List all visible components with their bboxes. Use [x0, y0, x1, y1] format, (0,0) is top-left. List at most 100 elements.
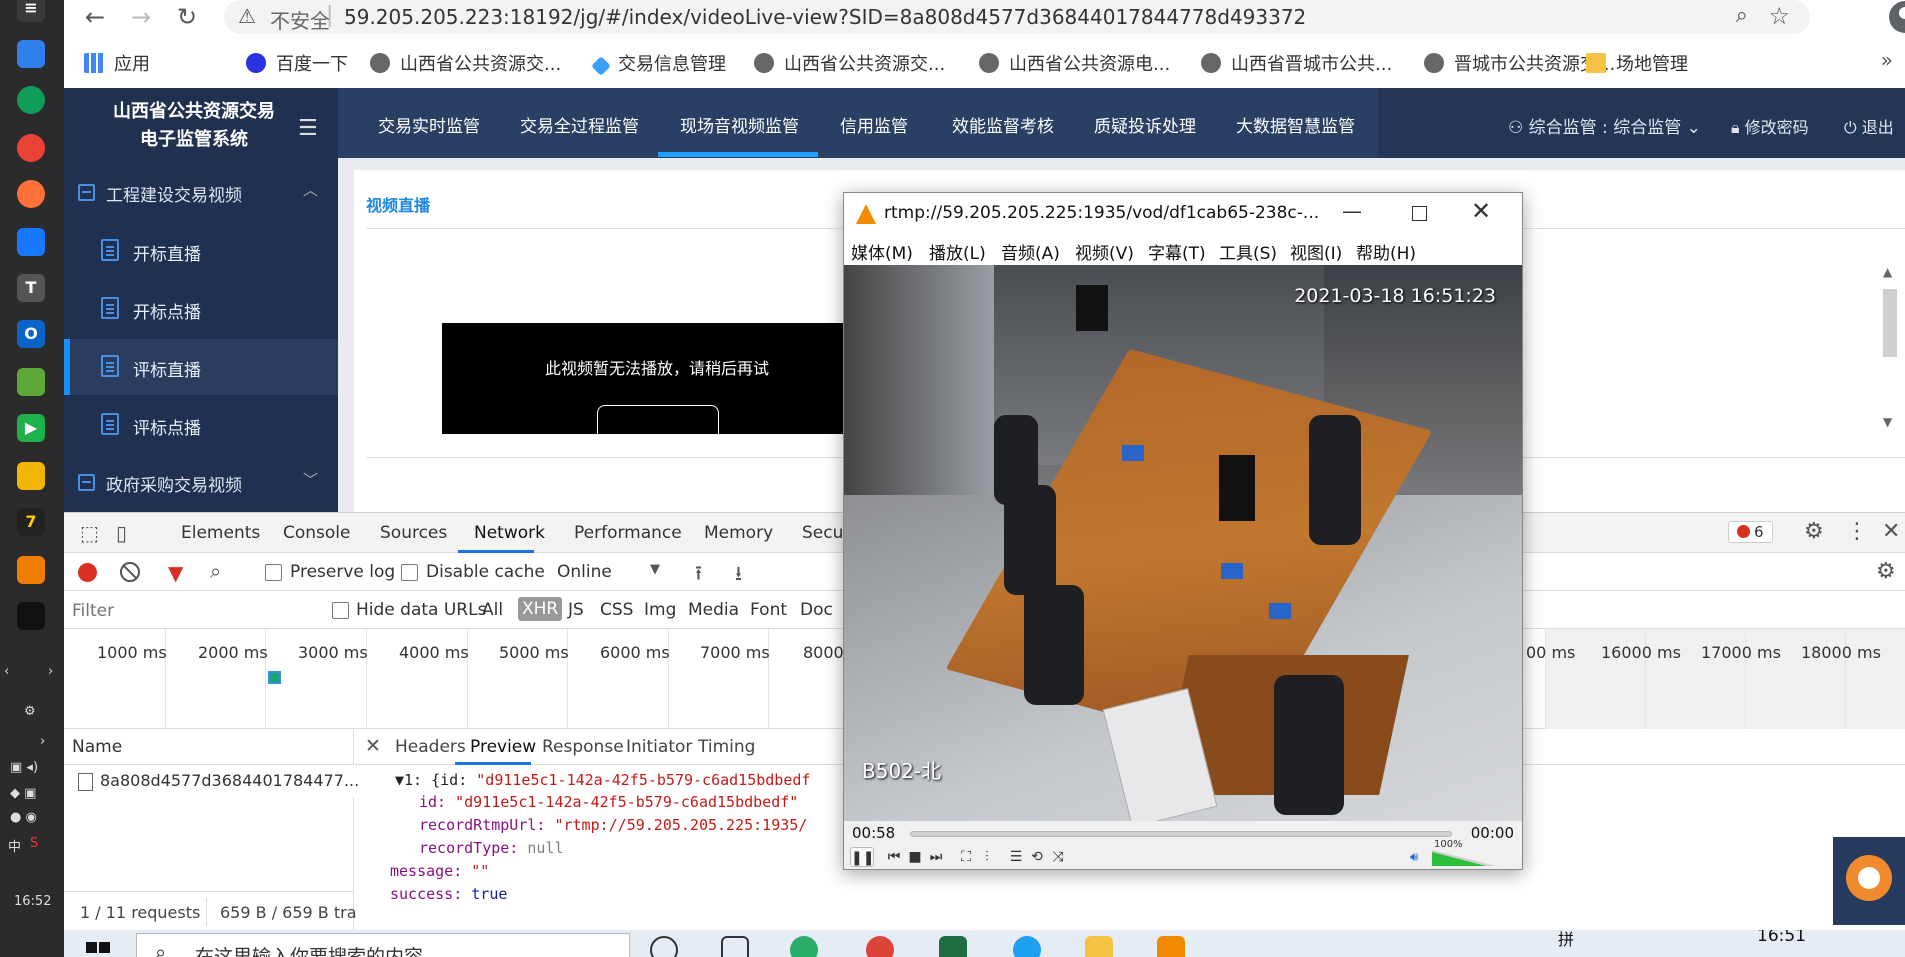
tab-response[interactable]: Response	[542, 737, 624, 757]
bookmark-star-icon[interactable]: ☆	[1768, 2, 1790, 30]
filter-font[interactable]: Font	[750, 600, 787, 620]
menu-subtitle[interactable]: 字幕(T)	[1148, 239, 1206, 264]
menu-video[interactable]: 视频(V)	[1075, 239, 1134, 264]
seek-bar[interactable]	[910, 831, 1452, 837]
network-settings-icon[interactable]: ⚙	[1876, 559, 1896, 584]
sogou-icon[interactable]: S	[30, 836, 38, 851]
vlc-video-frame[interactable]: 2021-03-18 16:51:23 B502-北	[844, 265, 1522, 821]
vlc-title-bar[interactable]: rtmp://59.205.205.225:1935/vod/df1cab65-…	[844, 193, 1522, 235]
preserve-log-checkbox[interactable]	[265, 564, 282, 581]
expand-icon[interactable]: ›	[40, 734, 45, 749]
tab-complaint-handling[interactable]: 质疑投诉处理	[1094, 112, 1196, 137]
7zip-icon[interactable]: 7	[17, 508, 45, 536]
next-icon[interactable]: ⏭	[926, 847, 946, 867]
import-har-icon[interactable]: ⭱	[695, 559, 702, 593]
edge-browser-icon[interactable]	[17, 86, 45, 114]
tab-memory[interactable]: Memory	[704, 523, 773, 543]
inspect-element-icon[interactable]: ⬚	[80, 521, 99, 545]
bookmark-trade-info[interactable]: 交易信息管理	[591, 50, 726, 76]
chrome-taskbar-icon[interactable]	[866, 936, 894, 957]
chrome-icon[interactable]	[17, 134, 45, 162]
taskbar-search-box[interactable]: ⌕ 在这里输入你要搜索的内容	[136, 933, 630, 957]
tab-initiator[interactable]: Initiator	[626, 737, 692, 757]
scrollbar-thumb[interactable]	[1883, 289, 1897, 357]
filter-img[interactable]: Img	[644, 600, 676, 620]
scroll-down-icon[interactable]: ▼	[1883, 415, 1892, 429]
device-toolbar-icon[interactable]: ▯	[116, 521, 127, 545]
filter-css[interactable]: CSS	[600, 600, 633, 620]
tab-full-process-supervision[interactable]: 交易全过程监管	[520, 112, 639, 137]
column-name[interactable]: Name	[72, 737, 122, 757]
vlc-taskbar-icon[interactable]	[1157, 936, 1185, 957]
preview-line-4[interactable]: recordType: null	[419, 839, 564, 857]
folder-app-icon[interactable]	[17, 40, 45, 68]
preview-line-2[interactable]: id: "d911e5c1-142a-42f5-b579-c6ad15bdbed…	[419, 793, 798, 811]
export-har-icon[interactable]: ⭳	[735, 559, 742, 593]
devtools-settings-icon[interactable]: ⚙	[1804, 519, 1824, 544]
windows-start-icon[interactable]	[86, 942, 110, 957]
close-detail-icon[interactable]: ✕	[365, 735, 381, 757]
menu-audio[interactable]: 音频(A)	[1001, 239, 1060, 264]
stop-icon[interactable]: ■	[905, 847, 925, 867]
filter-input[interactable]	[72, 599, 314, 623]
maximize-icon[interactable]	[1412, 206, 1427, 221]
tab-preview[interactable]: Preview	[470, 737, 536, 757]
menu-playback[interactable]: 播放(L)	[929, 239, 986, 264]
record-icon[interactable]	[78, 563, 97, 582]
user-menu[interactable]: ⚇ 综合监管 : 综合监管 ⌄	[1508, 113, 1701, 138]
tab-elements[interactable]: Elements	[181, 523, 260, 543]
ie-icon[interactable]	[1013, 936, 1041, 957]
fullscreen-icon[interactable]: ⛶	[956, 847, 976, 867]
forward-icon[interactable]: →	[126, 2, 156, 32]
tab-credit-supervision[interactable]: 信用监管	[840, 112, 908, 137]
file-explorer-icon[interactable]	[1085, 936, 1113, 957]
menu-view[interactable]: 视图(I)	[1290, 239, 1342, 264]
extended-settings-icon[interactable]: ⫶	[977, 847, 997, 867]
zoom-icon[interactable]: ⌕	[1736, 3, 1748, 28]
video-close-button[interactable]	[597, 405, 719, 445]
sidebar-group-engineering[interactable]: 工程建设交易视频 ︿	[64, 165, 338, 221]
bookmark-sx-resource-1[interactable]: 山西省公共资源交...	[370, 50, 561, 76]
tab-efficiency-assessment[interactable]: 效能监督考核	[952, 112, 1054, 137]
image-app-icon[interactable]	[17, 368, 45, 396]
media-player-icon[interactable]: ▶	[17, 414, 45, 442]
loop-icon[interactable]: ⟲	[1027, 847, 1047, 867]
bookmark-apps[interactable]: 应用	[84, 50, 150, 76]
disable-cache-checkbox[interactable]	[401, 564, 418, 581]
ime-indicator[interactable]: 拼	[1558, 930, 1574, 950]
menu-media[interactable]: 媒体(M)	[851, 239, 913, 264]
bookmark-venue-mgmt[interactable]: 场地管理	[1586, 50, 1688, 76]
tab-av-supervision[interactable]: 现场音视频监管	[680, 112, 799, 137]
outlook-icon[interactable]: O	[17, 320, 45, 348]
address-bar[interactable]: ⚠ 不安全 | 59.205.205.223:18192/jg/#/index/…	[224, 0, 1810, 34]
search-icon[interactable]: ⌕	[210, 559, 221, 583]
scroll-up-icon[interactable]: ▲	[1883, 265, 1892, 279]
filter-all[interactable]: All	[482, 600, 503, 620]
support-chat-widget[interactable]	[1833, 837, 1905, 925]
previous-icon[interactable]: ⏮	[884, 847, 904, 867]
profile-avatar[interactable]	[1889, 1, 1905, 33]
playlist-icon[interactable]: ☰	[1006, 847, 1026, 867]
throttling-select[interactable]: Online	[557, 562, 612, 582]
tab-big-data-supervision[interactable]: 大数据智慧监管	[1236, 112, 1355, 137]
request-name[interactable]: 8a808d4577d3684401784477...	[100, 771, 359, 790]
shuffle-icon[interactable]: ⤨	[1048, 847, 1068, 867]
ide-icon[interactable]	[17, 602, 45, 630]
change-password-button[interactable]: 🔒︎ 修改密码	[1731, 114, 1809, 138]
tab-console[interactable]: Console	[283, 523, 351, 543]
more-bookmarks-icon[interactable]: »	[1881, 48, 1893, 72]
tab-headers[interactable]: Headers	[395, 737, 466, 757]
app-blue-icon[interactable]	[17, 228, 45, 256]
logout-button[interactable]: ⏻ 退出	[1844, 114, 1894, 138]
wechat-icon[interactable]	[790, 936, 818, 957]
scroll-right-icon[interactable]: ›	[48, 664, 53, 679]
tab-network[interactable]: Network	[474, 523, 545, 543]
filter-js[interactable]: JS	[568, 600, 584, 620]
text-editor-icon[interactable]: T	[17, 274, 45, 302]
error-count-badge[interactable]: 6	[1728, 521, 1773, 543]
preview-line-1[interactable]: ▼1: {id: "d911e5c1-142a-42f5-b579-c6ad15…	[395, 771, 810, 789]
table-row[interactable]: 8a808d4577d3684401784477...	[64, 765, 359, 797]
preview-line-3[interactable]: recordRtmpUrl: "rtmp://59.205.205.225:19…	[419, 816, 807, 834]
ime-indicator[interactable]: 中	[8, 836, 21, 855]
sidebar-item-evaluation-vod[interactable]: 评标点播	[64, 397, 338, 453]
